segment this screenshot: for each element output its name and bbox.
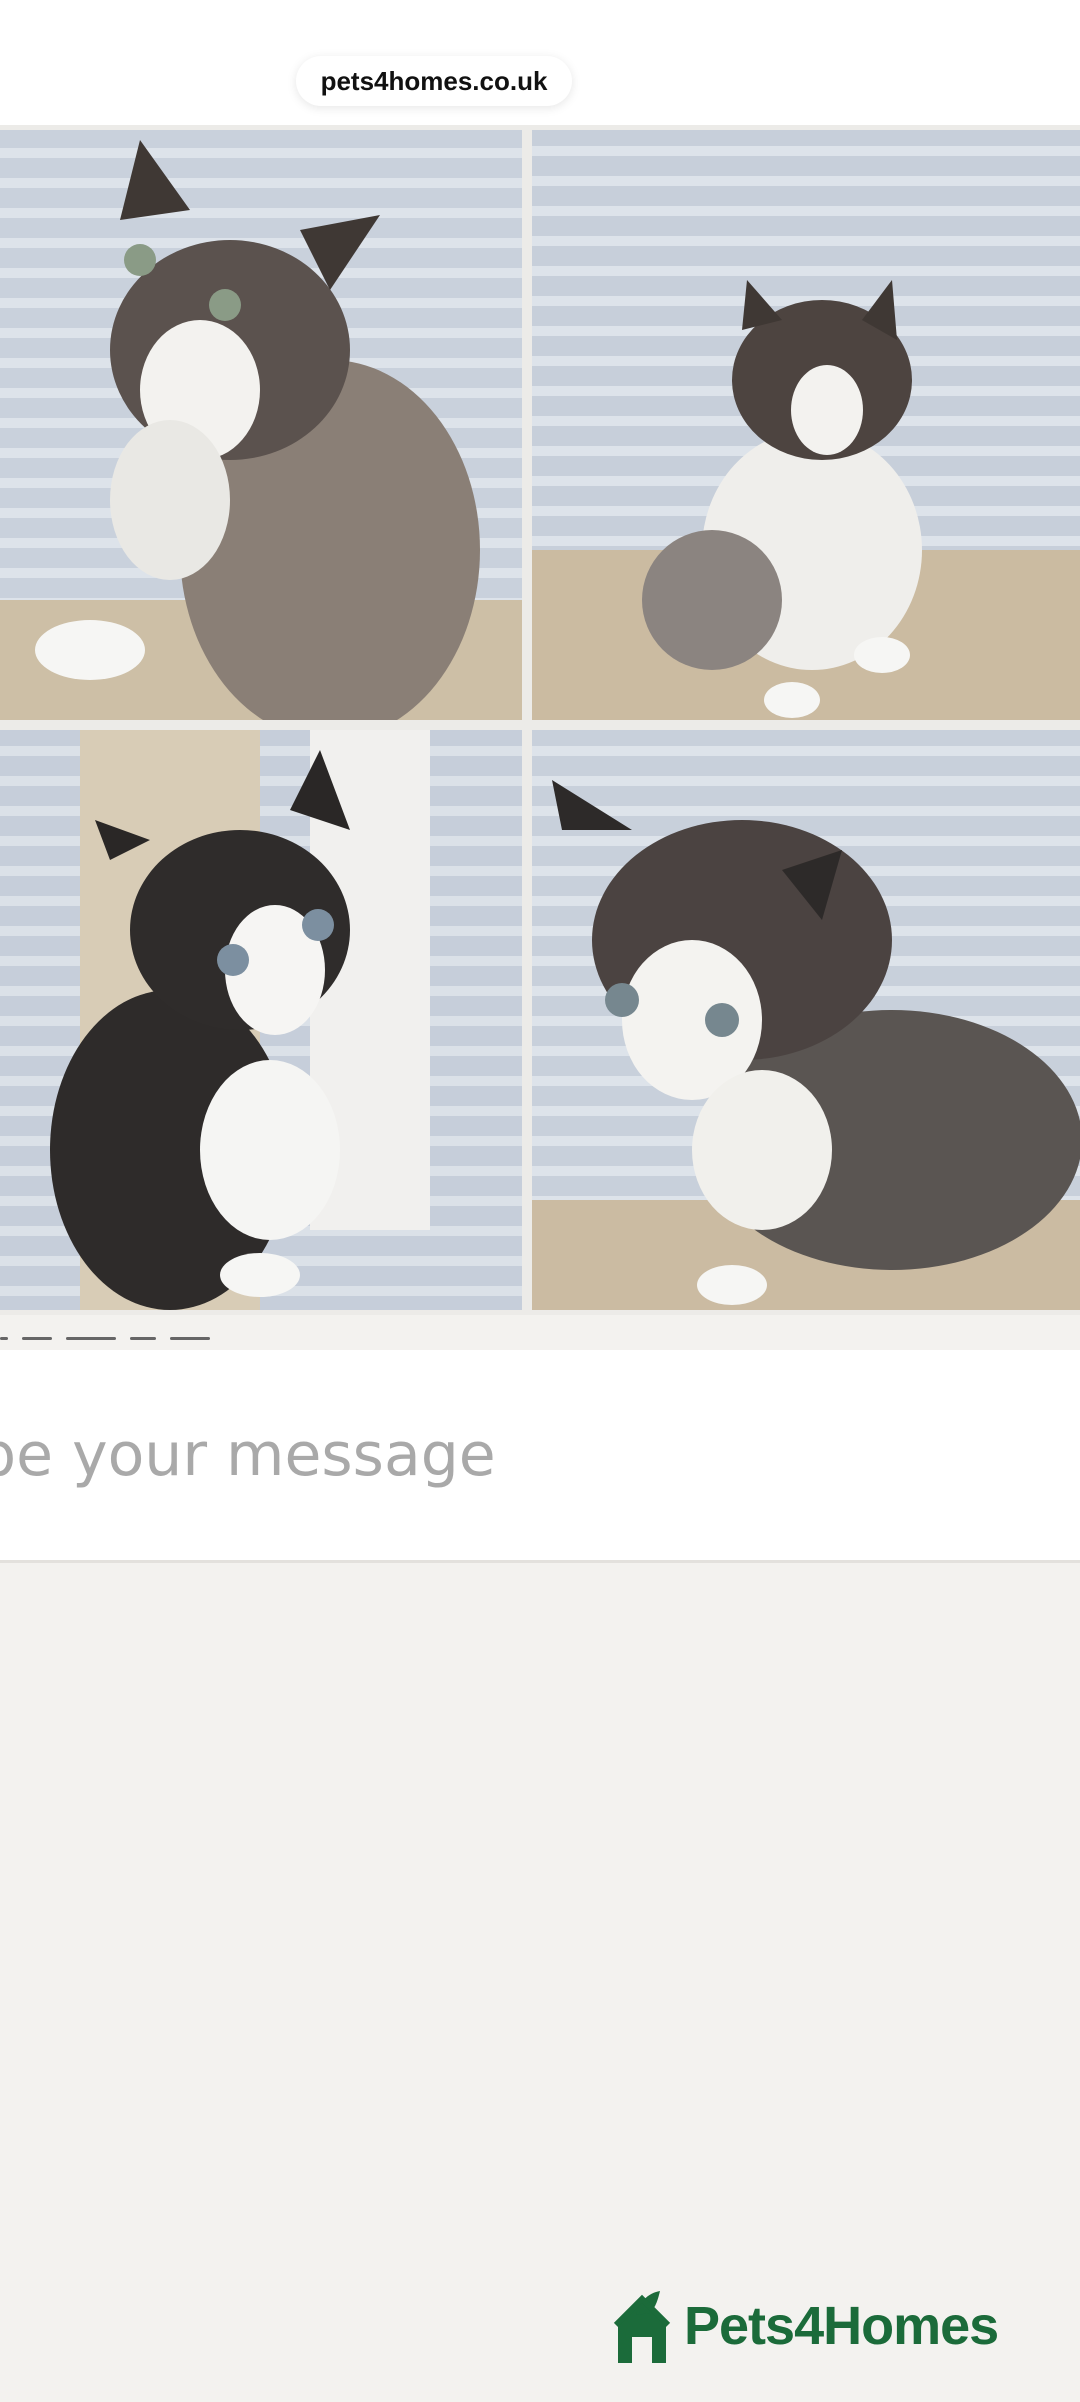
brand-name: Pets4Homes bbox=[684, 2296, 999, 2356]
pets4homes-logo-icon bbox=[613, 2291, 671, 2363]
kitten-photo-4[interactable] bbox=[532, 730, 1080, 1310]
message-composer bbox=[0, 1350, 1080, 1563]
kitten-photo-3[interactable] bbox=[0, 730, 522, 1310]
kitten-photo-grid bbox=[0, 125, 1080, 1315]
message-input[interactable] bbox=[0, 1410, 1080, 1500]
kitten-photo-2[interactable] bbox=[532, 130, 1080, 720]
caption-fragment bbox=[0, 1334, 220, 1342]
kitten-photo-1[interactable] bbox=[0, 130, 522, 720]
url-pill[interactable]: pets4homes.co.uk bbox=[296, 56, 572, 106]
browser-top-bar: pets4homes.co.uk bbox=[0, 0, 1080, 125]
chat-page: pets4homes.co.uk pe your message Pets4Ho… bbox=[0, 0, 1080, 2402]
brand-logo: Pets4Homes bbox=[612, 2286, 999, 2366]
